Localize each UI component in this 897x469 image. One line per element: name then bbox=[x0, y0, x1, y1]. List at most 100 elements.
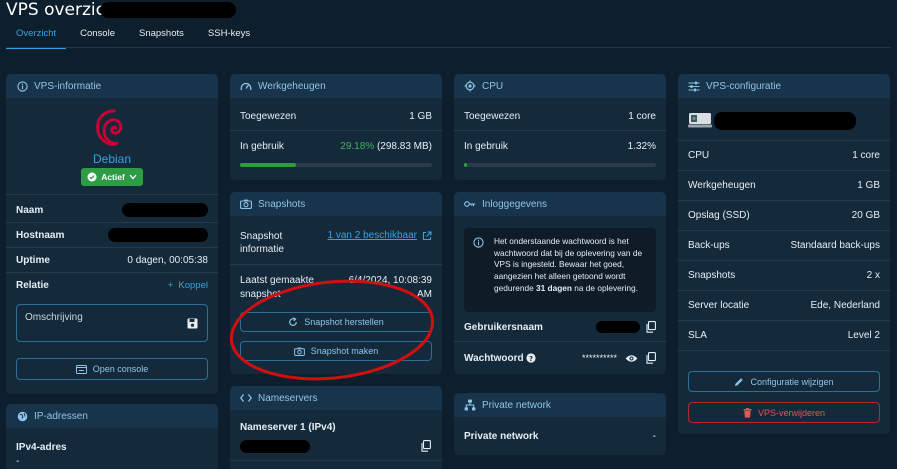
config-snapshots-label: Snapshots bbox=[688, 269, 736, 281]
open-console-label: Open console bbox=[92, 364, 149, 374]
ns1-label: Nameserver 1 (IPv4) bbox=[240, 422, 336, 433]
snapshots-card: Snapshots Snapshot informatie 1 van 2 be… bbox=[230, 192, 442, 374]
vps-info-card: VPS-informatie Debian Actief Naam Hostna… bbox=[6, 74, 218, 394]
edit-config-button[interactable]: Configuratie wijzigen bbox=[688, 371, 880, 392]
eye-icon[interactable] bbox=[625, 354, 638, 363]
description-placeholder: Omschrijving bbox=[25, 312, 83, 323]
config-snapshots-value: 2 x bbox=[866, 269, 880, 281]
config-cpu-value: 1 core bbox=[852, 149, 880, 161]
uptime-value: 0 dagen, 00:05:38 bbox=[127, 254, 208, 266]
private-network-card: Private network Private network - bbox=[454, 393, 666, 455]
config-row-backups: Back-ups Standaard back-ups bbox=[688, 239, 880, 251]
tab-overzicht[interactable]: Overzicht bbox=[6, 26, 67, 49]
config-header: VPS-configuratie bbox=[678, 74, 890, 98]
config-storage-label: Opslag (SSD) bbox=[688, 209, 750, 221]
cpu-icon bbox=[464, 80, 476, 92]
delete-vps-label: VPS-verwijderen bbox=[757, 407, 826, 418]
config-row-location: Server locatie Ede, Nederland bbox=[688, 299, 880, 311]
ipv4-label: IPv4-adres bbox=[16, 442, 67, 453]
divider bbox=[454, 341, 666, 342]
copy-icon[interactable] bbox=[421, 440, 431, 452]
snapshot-restore-label: Snapshot herstellen bbox=[304, 317, 384, 327]
private-network-value: - bbox=[652, 430, 656, 442]
config-backups-label: Back-ups bbox=[688, 239, 730, 251]
snapshot-info-link[interactable]: 1 van 2 beschikbaar bbox=[327, 230, 432, 241]
divider bbox=[678, 170, 890, 171]
copy-icon[interactable] bbox=[646, 321, 656, 333]
vps-info-title: VPS-informatie bbox=[34, 80, 102, 92]
password-value: ********** bbox=[581, 353, 617, 363]
private-network-title: Private network bbox=[482, 399, 551, 411]
cpu-usage-bar bbox=[464, 163, 656, 167]
redacted-naam bbox=[122, 203, 208, 217]
divider bbox=[6, 247, 218, 248]
divider bbox=[678, 140, 890, 141]
divider bbox=[678, 290, 890, 291]
cpu-used-row: In gebruik 1.32% bbox=[464, 140, 656, 152]
password-notice-text: Het onderstaande wachtwoord is het wacht… bbox=[494, 236, 648, 295]
gauge-icon bbox=[240, 80, 252, 92]
memory-usage-fill bbox=[240, 163, 297, 167]
naam-label: Naam bbox=[16, 204, 44, 216]
camera-icon bbox=[293, 347, 305, 356]
status-badge[interactable]: Actief bbox=[81, 168, 143, 186]
config-location-label: Server locatie bbox=[688, 299, 750, 311]
tab-bar: Overzicht Console Snapshots SSH-keys bbox=[6, 26, 264, 49]
redacted-username bbox=[596, 321, 640, 333]
server-icon bbox=[688, 112, 712, 128]
koppel-link[interactable]: + Koppel bbox=[168, 280, 208, 291]
config-row-cpu: CPU 1 core bbox=[688, 149, 880, 161]
tabs-divider bbox=[6, 47, 891, 48]
divider bbox=[230, 460, 442, 461]
delete-vps-button[interactable]: VPS-verwijderen bbox=[688, 402, 880, 423]
last-snapshot-value: 6/4/2024, 10:08:39 AM bbox=[348, 275, 432, 300]
pencil-icon bbox=[734, 377, 744, 387]
trash-icon bbox=[743, 407, 752, 418]
save-icon[interactable] bbox=[187, 318, 198, 329]
snapshot-make-button[interactable]: Snapshot maken bbox=[240, 341, 432, 361]
edit-config-label: Configuratie wijzigen bbox=[750, 376, 834, 387]
login-title: Inloggegevens bbox=[482, 198, 548, 210]
cpu-card: CPU Toegewezen 1 core In gebruik 1.32% bbox=[454, 74, 666, 180]
hostnaam-label: Hostnaam bbox=[16, 229, 65, 241]
info-icon bbox=[473, 237, 484, 248]
info-row-hostnaam: Hostnaam bbox=[16, 228, 208, 242]
divider bbox=[678, 200, 890, 201]
config-row-storage: Opslag (SSD) 20 GB bbox=[688, 209, 880, 221]
redacted-ns1 bbox=[240, 440, 310, 453]
notice-text-bold: 31 dagen bbox=[535, 282, 572, 293]
description-field[interactable]: Omschrijving bbox=[16, 304, 208, 342]
koppel-label: Koppel bbox=[178, 279, 208, 291]
tab-console[interactable]: Console bbox=[70, 26, 125, 49]
help-icon[interactable]: ? bbox=[526, 353, 536, 363]
config-row-snapshots: Snapshots 2 x bbox=[688, 269, 880, 281]
globe-icon bbox=[16, 410, 28, 422]
tab-ssh-keys[interactable]: SSH-keys bbox=[198, 26, 260, 49]
private-network-row: Private network - bbox=[464, 430, 656, 442]
config-sla-value: Level 2 bbox=[847, 329, 880, 341]
camera-icon bbox=[240, 198, 252, 210]
restore-icon bbox=[288, 317, 298, 327]
snapshot-restore-button[interactable]: Snapshot herstellen bbox=[240, 312, 432, 332]
config-backups-value: Standaard back-ups bbox=[790, 239, 880, 251]
open-console-button[interactable]: Open console bbox=[16, 358, 208, 380]
copy-icon[interactable] bbox=[646, 352, 656, 364]
password-row: Wachtwoord ? ********** bbox=[464, 351, 656, 365]
username-row: Gebruikersnaam bbox=[464, 321, 656, 333]
cpu-header: CPU bbox=[454, 74, 666, 98]
network-icon bbox=[464, 399, 476, 411]
tab-snapshots[interactable]: Snapshots bbox=[129, 26, 194, 49]
username-label: Gebruikersnaam bbox=[464, 321, 543, 333]
snapshots-header: Snapshots bbox=[230, 192, 442, 216]
os-name: Debian bbox=[92, 152, 132, 166]
divider bbox=[454, 130, 666, 131]
config-title: VPS-configuratie bbox=[706, 80, 782, 92]
memory-usage-bar bbox=[240, 163, 432, 167]
login-card: Inloggegevens Het onderstaande wachtwoor… bbox=[454, 192, 666, 374]
config-cpu-label: CPU bbox=[688, 149, 710, 161]
divider bbox=[678, 350, 890, 351]
divider bbox=[230, 130, 442, 131]
vps-info-header: VPS-informatie bbox=[6, 74, 218, 98]
memory-title: Werkgeheugen bbox=[258, 80, 326, 92]
private-network-label: Private network bbox=[464, 430, 539, 442]
